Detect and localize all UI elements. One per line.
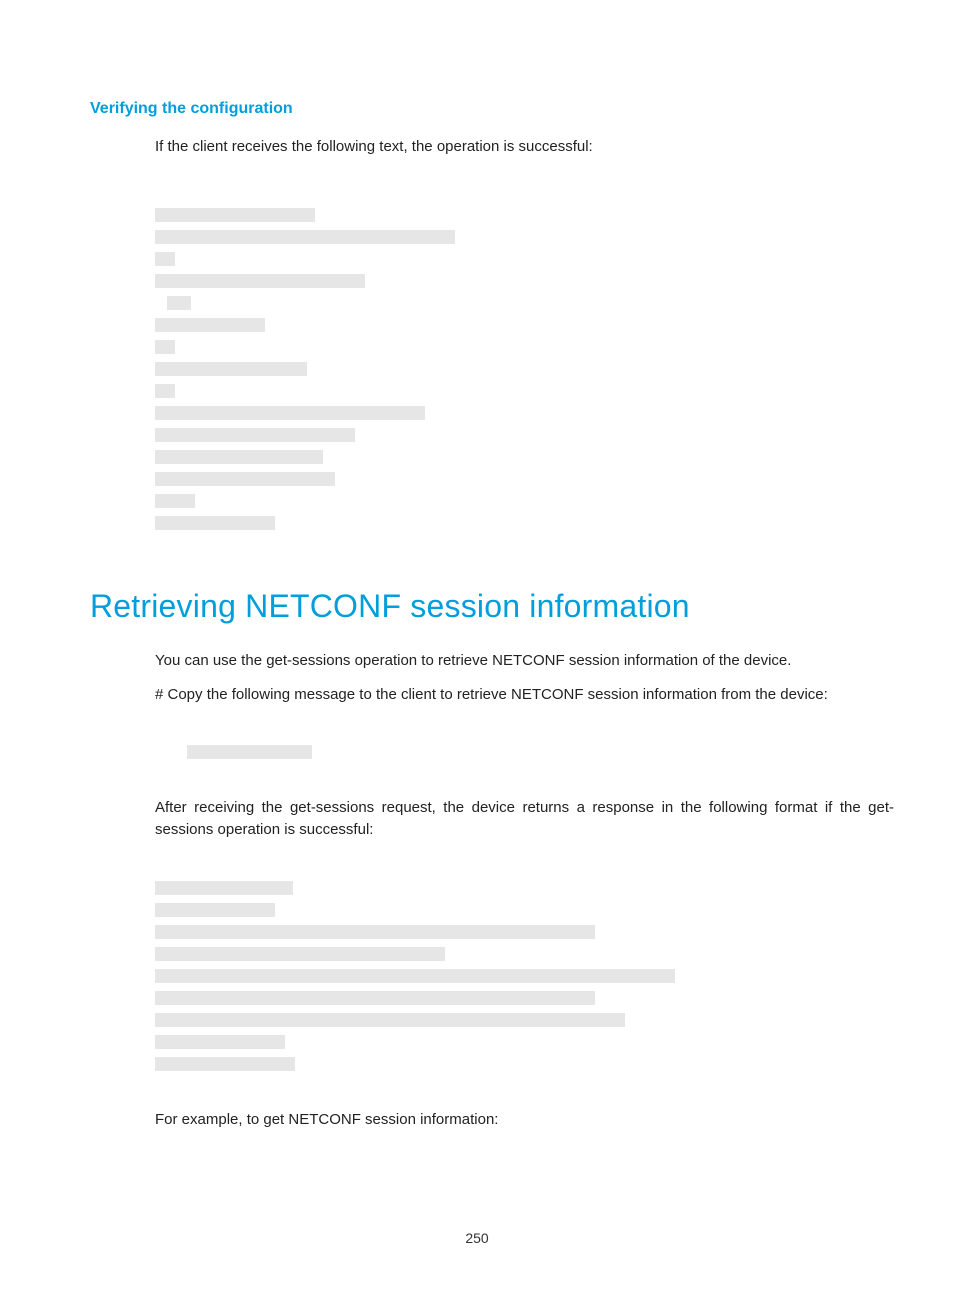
redacted-text xyxy=(155,318,265,332)
redacted-code-line xyxy=(155,274,894,296)
redacted-text xyxy=(155,230,455,244)
redacted-text xyxy=(167,296,191,310)
redacted-text xyxy=(155,903,275,917)
redacted-text xyxy=(155,925,595,939)
paragraph-1: If the client receives the following tex… xyxy=(155,136,894,158)
redacted-text xyxy=(155,1057,295,1071)
heading-retrieving-session-info: Retrieving NETCONF session information xyxy=(90,588,894,625)
page-container: Verifying the configuration If the clien… xyxy=(0,0,954,1296)
redacted-code-line xyxy=(155,208,894,230)
redacted-code-line xyxy=(155,340,894,362)
page-number: 250 xyxy=(0,1230,954,1246)
paragraph-5: For example, to get NETCONF session info… xyxy=(155,1109,894,1131)
redacted-code-line xyxy=(155,296,894,318)
redacted-text xyxy=(155,340,175,354)
redacted-text xyxy=(155,1035,285,1049)
code-block-1 xyxy=(155,208,894,538)
redacted-text xyxy=(155,1013,625,1027)
redacted-code-line xyxy=(155,406,894,428)
redacted-code-line xyxy=(155,947,894,969)
redacted-code-line xyxy=(155,450,894,472)
redacted-text xyxy=(155,252,175,266)
redacted-text xyxy=(155,362,307,376)
redacted-text xyxy=(155,881,293,895)
redacted-code-line xyxy=(155,1035,894,1057)
redacted-code-line xyxy=(155,252,894,274)
redacted-code-line xyxy=(155,745,894,767)
redacted-code-line xyxy=(155,318,894,340)
paragraph-2: You can use the get-sessions operation t… xyxy=(155,650,894,672)
redacted-code-line xyxy=(155,991,894,1013)
redacted-code-line xyxy=(155,384,894,406)
redacted-code-line xyxy=(155,428,894,450)
redacted-text xyxy=(155,969,675,983)
heading-verifying-configuration: Verifying the configuration xyxy=(90,100,894,118)
redacted-text xyxy=(155,384,175,398)
redacted-text xyxy=(155,428,355,442)
redacted-code-line xyxy=(155,903,894,925)
redacted-code-line xyxy=(155,1057,894,1079)
paragraph-3: # Copy the following message to the clie… xyxy=(155,684,894,706)
redacted-text xyxy=(155,208,315,222)
redacted-code-line xyxy=(155,1013,894,1035)
redacted-text xyxy=(155,947,445,961)
redacted-text xyxy=(155,450,323,464)
redacted-text xyxy=(155,406,425,420)
redacted-code-line xyxy=(155,881,894,903)
redacted-code-line xyxy=(155,969,894,991)
redacted-text xyxy=(155,991,595,1005)
redacted-text xyxy=(155,472,335,486)
paragraph-4: After receiving the get-sessions request… xyxy=(155,797,894,841)
redacted-code-line xyxy=(155,230,894,252)
redacted-code-line xyxy=(155,925,894,947)
redacted-text xyxy=(155,516,275,530)
code-block-2 xyxy=(155,745,894,767)
code-block-3 xyxy=(155,881,894,1079)
redacted-code-line xyxy=(155,516,894,538)
redacted-code-line xyxy=(155,362,894,384)
redacted-code-line xyxy=(155,494,894,516)
redacted-text xyxy=(155,494,195,508)
redacted-text xyxy=(187,745,312,759)
redacted-code-line xyxy=(155,472,894,494)
redacted-text xyxy=(155,274,365,288)
